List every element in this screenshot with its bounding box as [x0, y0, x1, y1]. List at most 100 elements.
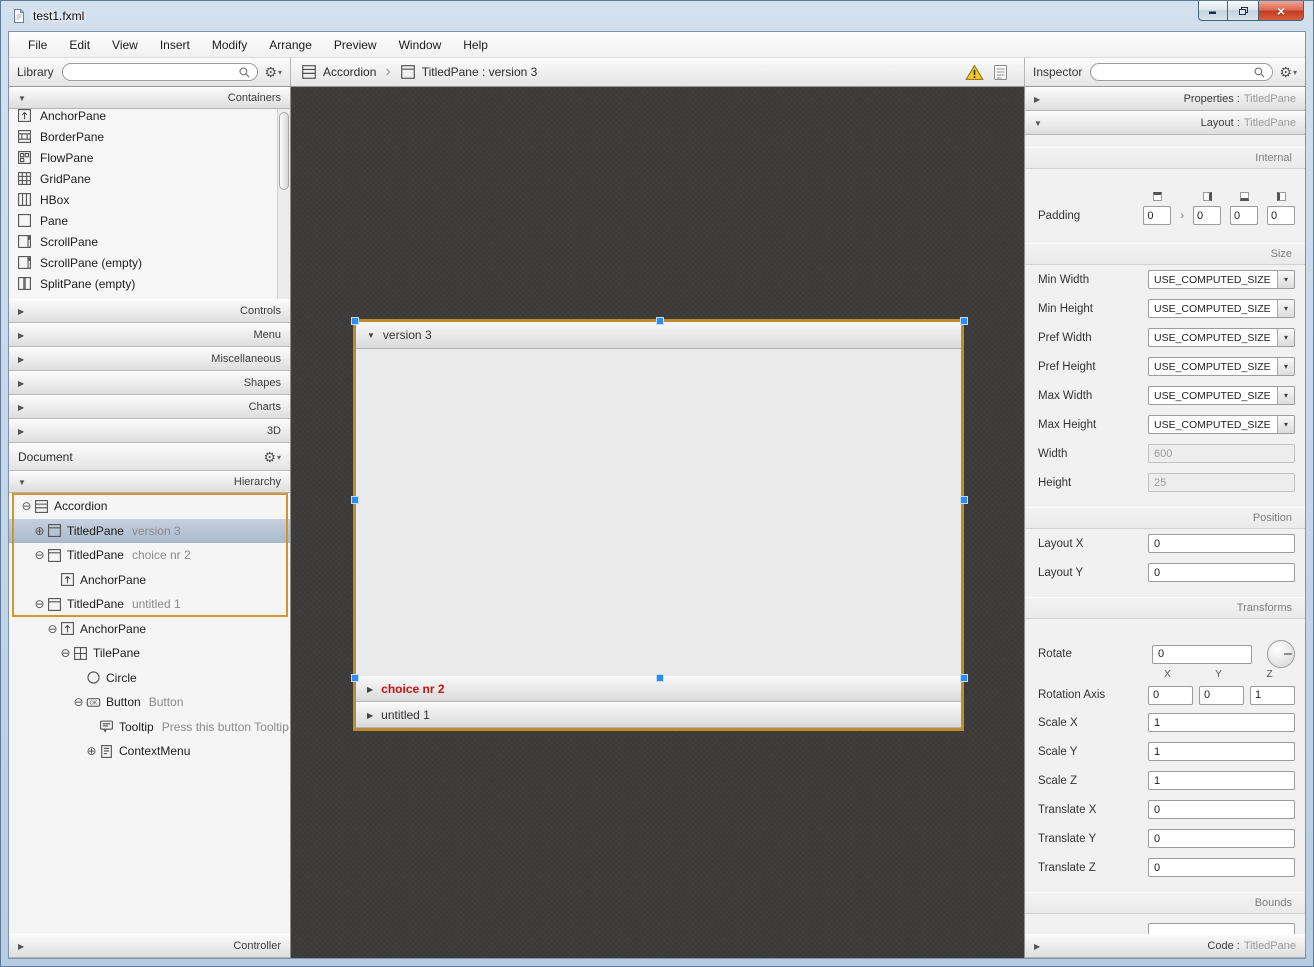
rotation-axis-z-input[interactable]	[1250, 686, 1295, 705]
scrollbar-thumb[interactable]	[279, 112, 289, 190]
max-height-combo[interactable]: USE_COMPUTED_SIZE ▾	[1148, 415, 1295, 434]
library-item-hbox[interactable]: HBox	[9, 189, 290, 210]
expand-icon[interactable]: ⊕	[32, 525, 47, 537]
warning-icon[interactable]	[965, 64, 984, 81]
padding-bottom-input[interactable]	[1230, 206, 1258, 225]
inspector-search-input[interactable]	[1097, 66, 1253, 78]
menu-window[interactable]: Window	[388, 34, 453, 56]
bounds-field[interactable]	[1148, 923, 1295, 934]
document-settings-button[interactable]: ⚙▾	[263, 449, 281, 466]
section-3d[interactable]: ▶ 3D	[9, 419, 290, 443]
section-hierarchy[interactable]: ▼ Hierarchy	[9, 471, 290, 493]
chevron-down-icon[interactable]: ▾	[1277, 300, 1294, 317]
translate-z-input[interactable]	[1148, 858, 1295, 877]
library-item-pane[interactable]: Pane	[9, 210, 290, 231]
collapse-icon[interactable]: ⊖	[45, 623, 60, 635]
library-item-flowpane[interactable]: FlowPane	[9, 147, 290, 168]
design-canvas[interactable]: ▼ version 3 ▶ choice nr 2 ▶ untitled 1	[291, 87, 1024, 958]
title-bar[interactable]: test1.fxml	[1, 1, 1313, 31]
section-miscellaneous[interactable]: ▶ Miscellaneous	[9, 347, 290, 371]
hierarchy-item-tilepane[interactable]: ⊖ TilePane	[9, 641, 290, 666]
properties-section-header[interactable]: ▶ Properties : TitledPane	[1025, 87, 1305, 111]
chevron-down-icon[interactable]: ▾	[1277, 387, 1294, 404]
document-icon[interactable]	[993, 64, 1008, 81]
max-width-combo[interactable]: USE_COMPUTED_SIZE ▾	[1148, 386, 1295, 405]
padding-right-input[interactable]	[1193, 206, 1221, 225]
menu-view[interactable]: View	[101, 34, 149, 56]
library-settings-button[interactable]: ⚙▾	[264, 64, 282, 81]
library-item-anchorpane[interactable]: AnchorPane	[9, 109, 290, 126]
menu-preview[interactable]: Preview	[323, 34, 388, 56]
hierarchy-item-titledpane-choice-nr-2[interactable]: ⊖ TitledPane choice nr 2	[9, 543, 290, 568]
section-controller[interactable]: ▶ Controller	[9, 934, 290, 958]
hierarchy-item-tooltip[interactable]: ⊖ Tooltip Press this button Tooltip	[9, 715, 290, 740]
library-item-gridpane[interactable]: GridPane	[9, 168, 290, 189]
hierarchy-item-titledpane-untitled-1[interactable]: ⊖ TitledPane untitled 1	[9, 592, 290, 617]
section-controls[interactable]: ▶ Controls	[9, 299, 290, 323]
chevron-down-icon[interactable]: ▾	[1277, 271, 1294, 288]
hierarchy-item-contextmenu[interactable]: ⊕ ContextMenu	[9, 739, 290, 764]
accordion-preview[interactable]: ▼ version 3 ▶ choice nr 2 ▶ untitled 1	[353, 319, 964, 731]
scale-z-input[interactable]	[1148, 771, 1295, 790]
min-height-combo[interactable]: USE_COMPUTED_SIZE ▾	[1148, 299, 1295, 318]
inspector-settings-button[interactable]: ⚙▾	[1279, 64, 1297, 81]
inspector-search[interactable]	[1090, 63, 1273, 81]
rotate-dial[interactable]	[1267, 640, 1295, 668]
menu-file[interactable]: File	[17, 34, 58, 56]
rotate-input[interactable]	[1152, 645, 1252, 664]
selection-handle-top-center[interactable]	[656, 317, 664, 325]
menu-arrange[interactable]: Arrange	[258, 34, 323, 56]
section-shapes[interactable]: ▶ Shapes	[9, 371, 290, 395]
collapse-icon[interactable]: ⊖	[58, 647, 73, 659]
collapse-icon[interactable]: ⊖	[32, 549, 47, 561]
selection-handle-bottom-right[interactable]	[960, 674, 968, 682]
library-item-scrollpane-empty[interactable]: ScrollPane (empty)	[9, 252, 290, 273]
code-section-header[interactable]: ▶ Code : TitledPane	[1025, 934, 1305, 958]
selection-handle-mid-right[interactable]	[960, 496, 968, 504]
breadcrumb-item-titledpane[interactable]: TitledPane : version 3	[400, 64, 538, 80]
chevron-down-icon[interactable]: ▾	[1277, 329, 1294, 346]
titledpane-version-3-content[interactable]	[356, 349, 961, 676]
menu-insert[interactable]: Insert	[149, 34, 201, 56]
library-item-scrollpane[interactable]: ScrollPane	[9, 231, 290, 252]
padding-link-icon[interactable]: ›	[1180, 210, 1184, 222]
selection-handle-top-left[interactable]	[351, 317, 359, 325]
selection-handle-bottom-center[interactable]	[656, 674, 664, 682]
rotation-axis-y-input[interactable]	[1199, 686, 1244, 705]
hierarchy-item-anchorpane-1[interactable]: ⊖ AnchorPane	[9, 568, 290, 593]
menu-help[interactable]: Help	[452, 34, 499, 56]
collapse-icon[interactable]: ⊖	[32, 598, 47, 610]
pref-width-combo[interactable]: USE_COMPUTED_SIZE ▾	[1148, 328, 1295, 347]
titledpane-version-3-header[interactable]: ▼ version 3	[356, 322, 961, 349]
padding-top-input[interactable]	[1143, 206, 1171, 225]
hierarchy-item-accordion[interactable]: ⊖ Accordion	[9, 494, 290, 519]
minimize-button[interactable]	[1198, 1, 1228, 21]
chevron-down-icon[interactable]: ▾	[1277, 416, 1294, 433]
collapse-icon[interactable]: ⊖	[19, 500, 34, 512]
collapse-icon[interactable]: ⊖	[71, 696, 86, 708]
padding-left-input[interactable]	[1267, 206, 1295, 225]
layout-x-input[interactable]	[1148, 534, 1295, 553]
translate-x-input[interactable]	[1148, 800, 1295, 819]
menu-edit[interactable]: Edit	[58, 34, 101, 56]
section-menu[interactable]: ▶ Menu	[9, 323, 290, 347]
scale-x-input[interactable]	[1148, 713, 1295, 732]
scrollbar[interactable]	[277, 109, 290, 299]
hierarchy-item-circle[interactable]: ⊖ Circle	[9, 666, 290, 691]
selection-handle-mid-left[interactable]	[351, 496, 359, 504]
chevron-down-icon[interactable]: ▾	[1277, 358, 1294, 375]
rotation-axis-x-input[interactable]	[1148, 686, 1193, 705]
selection-handle-bottom-left[interactable]	[351, 674, 359, 682]
close-button[interactable]: ×	[1258, 1, 1304, 21]
library-item-borderpane[interactable]: BorderPane	[9, 126, 290, 147]
hierarchy-item-button[interactable]: ⊖ Button Button	[9, 690, 290, 715]
layout-y-input[interactable]	[1148, 563, 1295, 582]
library-item-splitpane-empty[interactable]: SplitPane (empty)	[9, 273, 290, 294]
section-containers[interactable]: ▼ Containers	[9, 87, 290, 109]
library-search-input[interactable]	[69, 66, 239, 78]
section-charts[interactable]: ▶ Charts	[9, 395, 290, 419]
breadcrumb-item-accordion[interactable]: Accordion	[301, 64, 376, 80]
layout-section-header[interactable]: ▼ Layout : TitledPane	[1025, 111, 1305, 135]
expand-icon[interactable]: ⊕	[84, 745, 99, 757]
menu-modify[interactable]: Modify	[201, 34, 258, 56]
